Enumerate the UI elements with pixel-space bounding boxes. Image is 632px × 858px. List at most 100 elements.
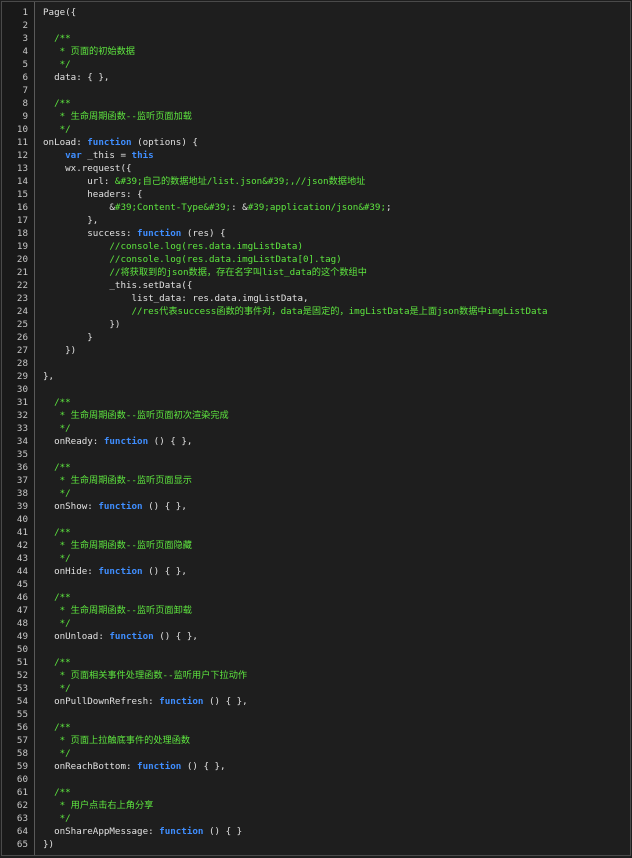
code-line[interactable]: 18 success: function (res) { — [2, 227, 630, 240]
line-number: 38 — [16, 488, 28, 499]
code-line[interactable]: 39 onShow: function () { }, — [2, 500, 630, 513]
code-line[interactable]: 48 */ — [2, 617, 630, 630]
code-line[interactable]: 19 //console.log(res.data.imgListData) — [2, 240, 630, 253]
code-token-keyword: function — [159, 696, 204, 707]
code-line[interactable]: 40 — [2, 513, 630, 526]
code-line[interactable]: 11 onLoad: function (options) { — [2, 136, 630, 149]
line-number: 29 — [16, 371, 28, 382]
code-line[interactable]: 47 * 生命周期函数--监听页面卸载 — [2, 604, 630, 617]
code-line[interactable]: 4 * 页面的初始数据 — [2, 45, 630, 58]
code-line[interactable]: 15 headers: { — [2, 188, 630, 201]
code-line[interactable]: 29}, — [2, 370, 630, 383]
code-line[interactable]: 20 //console.log(res.data.imgListData[0]… — [2, 253, 630, 266]
code-token-keyword: function — [103, 436, 149, 447]
code-line[interactable]: 38 */ — [2, 487, 630, 500]
code-line[interactable]: 42 * 生命周期函数--监听页面隐藏 — [2, 539, 630, 552]
code-token-comment: /** — [43, 462, 71, 473]
code-line[interactable]: 16 &#39;Content-Type&#39;: &#39;applicat… — [2, 201, 630, 214]
code-area[interactable]: 1 Page({2 3 /** 4 * 页面的初始数据 5 */6 data: { },… — [2, 6, 630, 851]
code-line[interactable]: 7 — [2, 84, 630, 97]
code-line[interactable]: 65}) — [2, 838, 630, 851]
code-line[interactable]: 43 */ — [2, 552, 630, 565]
code-line[interactable]: 51 /** — [2, 656, 630, 669]
code-line[interactable]: 33 */ — [2, 422, 630, 435]
code-line[interactable]: 31 /** — [2, 396, 630, 409]
code-token-plain: onReady: — [43, 436, 104, 447]
code-line[interactable]: 17 }, — [2, 214, 630, 227]
line-number: 49 — [16, 631, 28, 642]
code-line[interactable]: 36 /** — [2, 461, 630, 474]
code-line[interactable]: 37 * 生命周期函数--监听页面显示 — [2, 474, 630, 487]
code-text: //console.log(res.data.imgListData) — [43, 240, 303, 253]
code-text: */ — [43, 812, 71, 825]
code-line[interactable]: 27 }) — [2, 344, 630, 357]
code-line[interactable]: 52 * 页面相关事件处理函数--监听用户下拉动作 — [2, 669, 630, 682]
code-line[interactable]: 3 /** — [2, 32, 630, 45]
line-number: 28 — [16, 358, 28, 369]
code-line[interactable]: 50 — [2, 643, 630, 656]
code-line[interactable]: 13 wx.request({ — [2, 162, 630, 175]
code-line[interactable]: 22 _this.setData({ — [2, 279, 630, 292]
code-text: /** — [43, 461, 71, 474]
code-line[interactable]: 56 /** — [2, 721, 630, 734]
code-token-comment: /** — [43, 657, 71, 668]
code-line[interactable]: 62 * 用户点击右上角分享 — [2, 799, 630, 812]
line-number: 4 — [22, 46, 28, 57]
code-line[interactable]: 34 onReady: function () { }, — [2, 435, 630, 448]
code-token-comment: */ — [43, 553, 71, 564]
line-number: 45 — [16, 579, 28, 590]
code-token-keyword: this — [131, 150, 154, 161]
code-line[interactable]: 24 //res代表success函数的事件对，data是固定的，imgList… — [2, 305, 630, 318]
code-line[interactable]: 2 — [2, 19, 630, 32]
code-line[interactable]: 10 */ — [2, 123, 630, 136]
code-token-comment: //console.log(res.data.imgListData[0].ta… — [43, 254, 342, 265]
code-line[interactable]: 9 * 生命周期函数--监听页面加载 — [2, 110, 630, 123]
code-line[interactable]: 23 list_data: res.data.imgListData, — [2, 292, 630, 305]
code-line[interactable]: 53 */ — [2, 682, 630, 695]
code-line[interactable]: 1 Page({ — [2, 6, 630, 19]
code-token-plain: onShow: — [43, 501, 99, 512]
line-number: 54 — [16, 696, 28, 707]
code-editor[interactable]: 1 Page({2 3 /** 4 * 页面的初始数据 5 */6 data: { },… — [1, 1, 631, 856]
line-number: 40 — [16, 514, 28, 525]
code-line[interactable]: 44 onHide: function () { }, — [2, 565, 630, 578]
code-line[interactable]: 41 /** — [2, 526, 630, 539]
code-text: onPullDownRefresh: function () { }, — [43, 695, 248, 708]
line-number: 5 — [22, 59, 28, 70]
code-line[interactable]: 58 */ — [2, 747, 630, 760]
code-line[interactable]: 45 — [2, 578, 630, 591]
code-line[interactable]: 55 — [2, 708, 630, 721]
code-line[interactable]: 8 /** — [2, 97, 630, 110]
code-token-comment: * 页面上拉触底事件的处理函数 — [43, 735, 191, 746]
code-line[interactable]: 21 //将获取到的json数据，存在名字叫list_data的这个数组中 — [2, 266, 630, 279]
line-number: 33 — [16, 423, 28, 434]
code-line[interactable]: 30 — [2, 383, 630, 396]
code-line[interactable]: 12 var _this = this — [2, 149, 630, 162]
code-line[interactable]: 35 — [2, 448, 630, 461]
line-number: 32 — [16, 410, 28, 421]
code-text: */ — [43, 747, 71, 760]
code-line[interactable]: 14 url: &#39;自己的数据地址/list.json&#39;,//js… — [2, 175, 630, 188]
code-line[interactable]: 26 } — [2, 331, 630, 344]
code-line[interactable]: 32 * 生命周期函数--监听页面初次渲染完成 — [2, 409, 630, 422]
line-number: 11 — [16, 137, 28, 148]
code-line[interactable]: 5 */ — [2, 58, 630, 71]
code-token-comment: /** — [43, 787, 71, 798]
code-line[interactable]: 59 onReachBottom: function () { }, — [2, 760, 630, 773]
code-token-string: &#39;自己的数据地址/list.json&#39;,//json数据地址 — [114, 176, 366, 187]
code-line[interactable]: 49 onUnload: function () { }, — [2, 630, 630, 643]
code-line[interactable]: 46 /** — [2, 591, 630, 604]
code-text: onLoad: function (options) { — [43, 136, 198, 149]
code-line[interactable]: 54 onPullDownRefresh: function () { }, — [2, 695, 630, 708]
code-line[interactable]: 61 /** — [2, 786, 630, 799]
line-number: 26 — [16, 332, 28, 343]
code-line[interactable]: 60 — [2, 773, 630, 786]
code-line[interactable]: 64 onShareAppMessage: function () { } — [2, 825, 630, 838]
code-line[interactable]: 57 * 页面上拉触底事件的处理函数 — [2, 734, 630, 747]
code-line[interactable]: 25 }) — [2, 318, 630, 331]
code-text: /** — [43, 721, 71, 734]
code-line[interactable]: 28 — [2, 357, 630, 370]
code-line[interactable]: 6 data: { }, — [2, 71, 630, 84]
code-line[interactable]: 63 */ — [2, 812, 630, 825]
code-token-plain: onHide: — [43, 566, 99, 577]
